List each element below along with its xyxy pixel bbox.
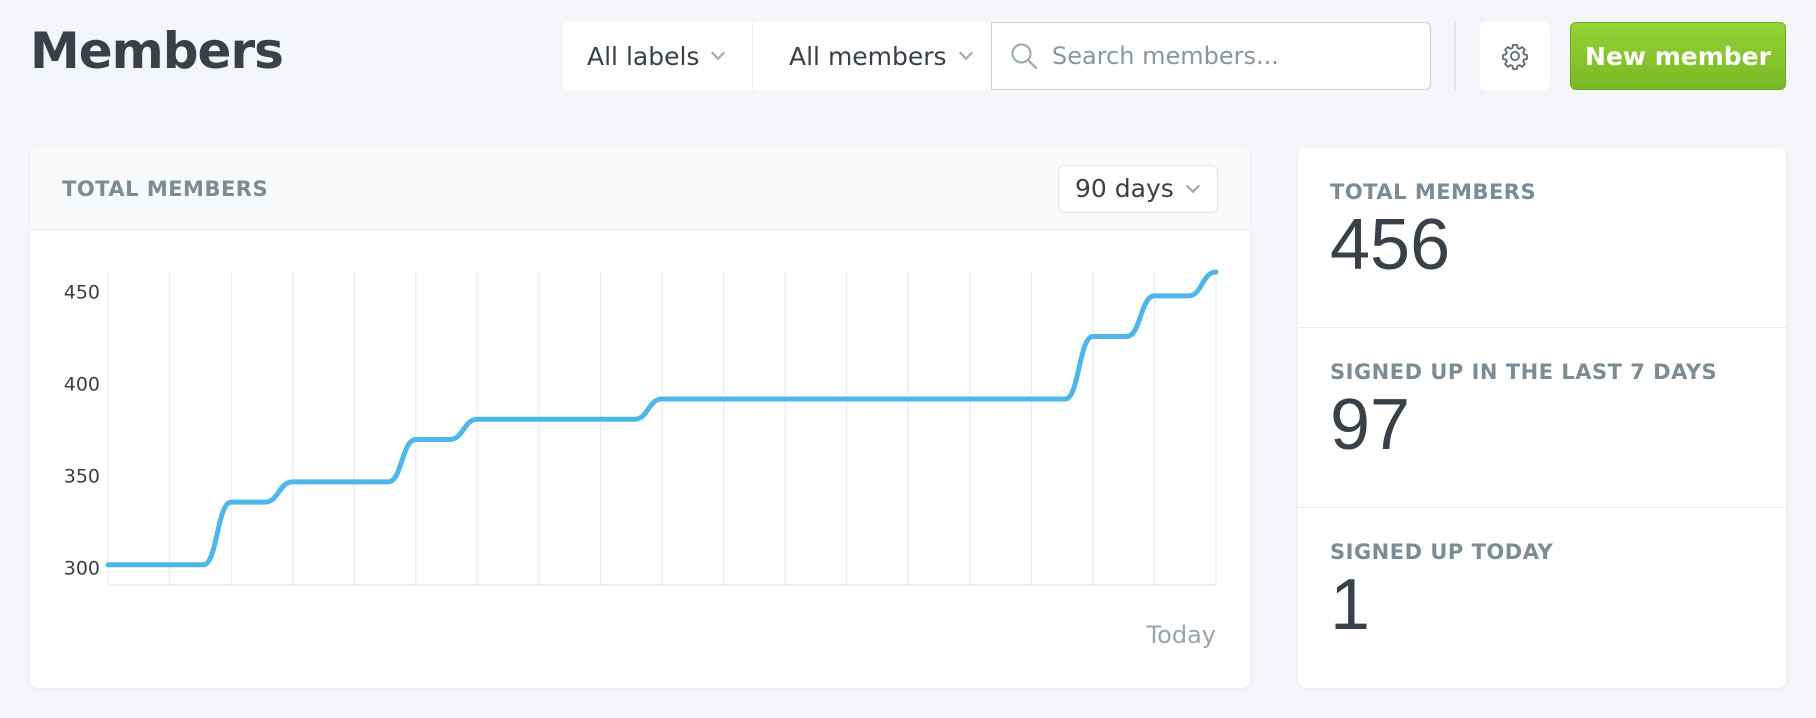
search-box[interactable]: [991, 22, 1431, 90]
members-chart-card: TOTAL MEMBERS 90 days 300 350 400 450 Today: [30, 148, 1250, 688]
chevron-down-icon: [711, 45, 726, 61]
stat-signed-up-7-days: SIGNED UP IN THE LAST 7 DAYS 97: [1298, 328, 1786, 508]
members-filter-value: All members: [789, 41, 947, 71]
chevron-down-icon: [958, 45, 973, 61]
gear-icon: [1502, 44, 1528, 70]
x-end-label: Today: [1146, 621, 1216, 649]
stat-value: 97: [1330, 385, 1411, 465]
stat-signed-up-today: SIGNED UP TODAY 1: [1298, 508, 1786, 688]
y-tick-label: 350: [64, 466, 100, 488]
stat-label: SIGNED UP TODAY: [1330, 540, 1554, 564]
filter-bar: All labels All members: [563, 22, 1431, 90]
search-icon: [1011, 43, 1037, 69]
stats-card: TOTAL MEMBERS 456 SIGNED UP IN THE LAST …: [1298, 148, 1786, 688]
stat-label: SIGNED UP IN THE LAST 7 DAYS: [1330, 360, 1718, 384]
stat-value: 1: [1330, 565, 1371, 645]
y-tick-label: 450: [64, 281, 100, 303]
toolbar-divider: [1454, 22, 1456, 90]
y-tick-label: 300: [64, 558, 100, 580]
members-filter-dropdown[interactable]: All members: [753, 22, 991, 90]
members-line-chart: 300 350 400 450 Today: [64, 269, 1219, 649]
search-input[interactable]: [1052, 42, 1412, 70]
settings-button[interactable]: [1480, 22, 1550, 90]
page-title: Members: [30, 22, 284, 80]
stat-total-members: TOTAL MEMBERS 456: [1298, 148, 1786, 328]
labels-filter-value: All labels: [587, 41, 700, 71]
stat-label: TOTAL MEMBERS: [1330, 180, 1537, 204]
new-member-button[interactable]: New member: [1570, 22, 1786, 90]
y-tick-label: 400: [64, 373, 100, 395]
stat-value: 456: [1330, 205, 1451, 285]
labels-filter-dropdown[interactable]: All labels: [563, 22, 753, 90]
